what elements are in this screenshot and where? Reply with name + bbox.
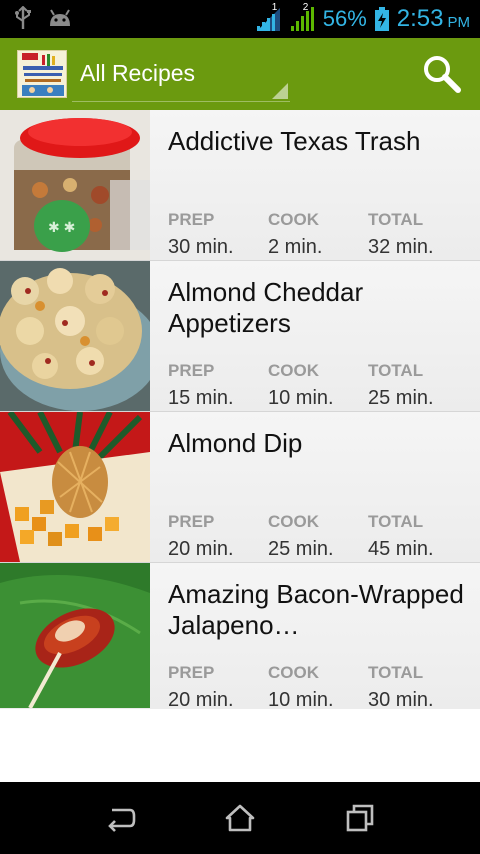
prep-label: PREP — [168, 210, 215, 229]
prep-time: PREP 30 min. — [168, 210, 234, 259]
spinner-arrow-icon — [272, 83, 288, 99]
signal-sim2-icon: 2 — [289, 2, 315, 32]
recipe-title: Almond Cheddar Appetizers — [168, 277, 364, 338]
cook-time: COOK 25 min. — [268, 512, 334, 561]
screen: { "status_bar": { "battery": "56%", "tim… — [0, 0, 480, 854]
signal-sim2-label: 2 — [302, 2, 309, 13]
status-bar: 1 2 56% 2:53 PM — [0, 0, 480, 38]
home-button[interactable] — [222, 800, 258, 836]
total-value: 32 min. — [368, 236, 434, 258]
search-icon — [424, 56, 461, 93]
android-debug-icon — [50, 9, 70, 26]
prep-value: 30 min. — [168, 236, 234, 258]
recipe-title: Almond Dip — [168, 428, 303, 458]
prep-label: PREP — [168, 512, 215, 531]
recent-apps-button[interactable] — [342, 800, 378, 836]
prep-value: 15 min. — [168, 387, 234, 409]
home-icon — [225, 804, 255, 832]
svg-text:✱ ✱: ✱ ✱ — [48, 219, 75, 235]
cook-label: COOK — [268, 512, 319, 531]
back-icon — [108, 808, 136, 832]
signal-sim1-icon: 1 — [255, 2, 281, 32]
recipe-photo — [0, 563, 150, 708]
total-label: TOTAL — [368, 361, 424, 380]
prep-time: PREP 15 min. — [168, 361, 234, 410]
cook-value: 10 min. — [268, 387, 334, 409]
total-time: TOTAL 25 min. — [368, 361, 434, 410]
prep-time: PREP 20 min. — [168, 663, 234, 712]
total-label: TOTAL — [368, 210, 424, 229]
prep-value: 20 min. — [168, 538, 234, 560]
battery-charging-icon — [374, 7, 389, 31]
list-item[interactable]: Almond Cheddar Appetizers PREP 15 min. C… — [0, 261, 480, 412]
cook-time: COOK 2 min. — [268, 210, 322, 259]
action-bar: All Recipes — [0, 38, 480, 110]
recent-apps-icon — [346, 804, 374, 832]
total-time: TOTAL 30 min. — [368, 663, 434, 712]
cook-label: COOK — [268, 210, 319, 229]
total-value: 45 min. — [368, 538, 434, 560]
usb-icon — [15, 6, 31, 29]
list-item[interactable]: Amazing Bacon-Wrapped Jalapeno… PREP 20 … — [0, 563, 480, 712]
prep-value: 20 min. — [168, 689, 234, 711]
cook-value: 10 min. — [268, 689, 334, 711]
prep-label: PREP — [168, 663, 215, 682]
recipe-photo: ✱ ✱ — [0, 110, 150, 260]
cook-value: 2 min. — [268, 236, 323, 258]
total-label: TOTAL — [368, 512, 424, 531]
recipe-photo — [0, 412, 150, 562]
recipe-title: Amazing Bacon-Wrapped Jalapeno… — [168, 579, 464, 640]
clock-ampm: PM — [447, 13, 471, 31]
recipe-photo — [0, 261, 150, 411]
search-button[interactable] — [422, 54, 462, 94]
cook-time: COOK 10 min. — [268, 663, 334, 712]
prep-time: PREP 20 min. — [168, 512, 234, 561]
cook-label: COOK — [268, 663, 319, 682]
navigation-bar — [0, 782, 480, 854]
clock-time: 2:53 — [396, 5, 444, 32]
recipe-list: ✱ ✱ Addictive Texas Trash PREP 30 min. C… — [0, 110, 480, 712]
total-time: TOTAL 45 min. — [368, 512, 434, 561]
cook-label: COOK — [268, 361, 319, 380]
back-button[interactable] — [102, 800, 138, 836]
cookbook-logo-icon[interactable] — [17, 50, 67, 98]
total-value: 25 min. — [368, 387, 434, 409]
total-label: TOTAL — [368, 663, 424, 682]
cook-value: 25 min. — [268, 538, 334, 560]
battery-percent: 56% — [322, 6, 367, 31]
recipe-filter-spinner[interactable]: All Recipes — [72, 48, 290, 102]
list-item[interactable]: Almond Dip PREP 20 min. COOK 25 min. TOT… — [0, 412, 480, 563]
prep-label: PREP — [168, 361, 215, 380]
spinner-selected-label: All Recipes — [80, 60, 196, 86]
total-time: TOTAL 32 min. — [368, 210, 434, 259]
total-value: 30 min. — [368, 689, 434, 711]
list-item[interactable]: ✱ ✱ Addictive Texas Trash PREP 30 min. C… — [0, 110, 480, 261]
recipe-title: Addictive Texas Trash — [168, 126, 421, 156]
signal-sim1-label: 1 — [271, 2, 278, 13]
cook-time: COOK 10 min. — [268, 361, 334, 410]
